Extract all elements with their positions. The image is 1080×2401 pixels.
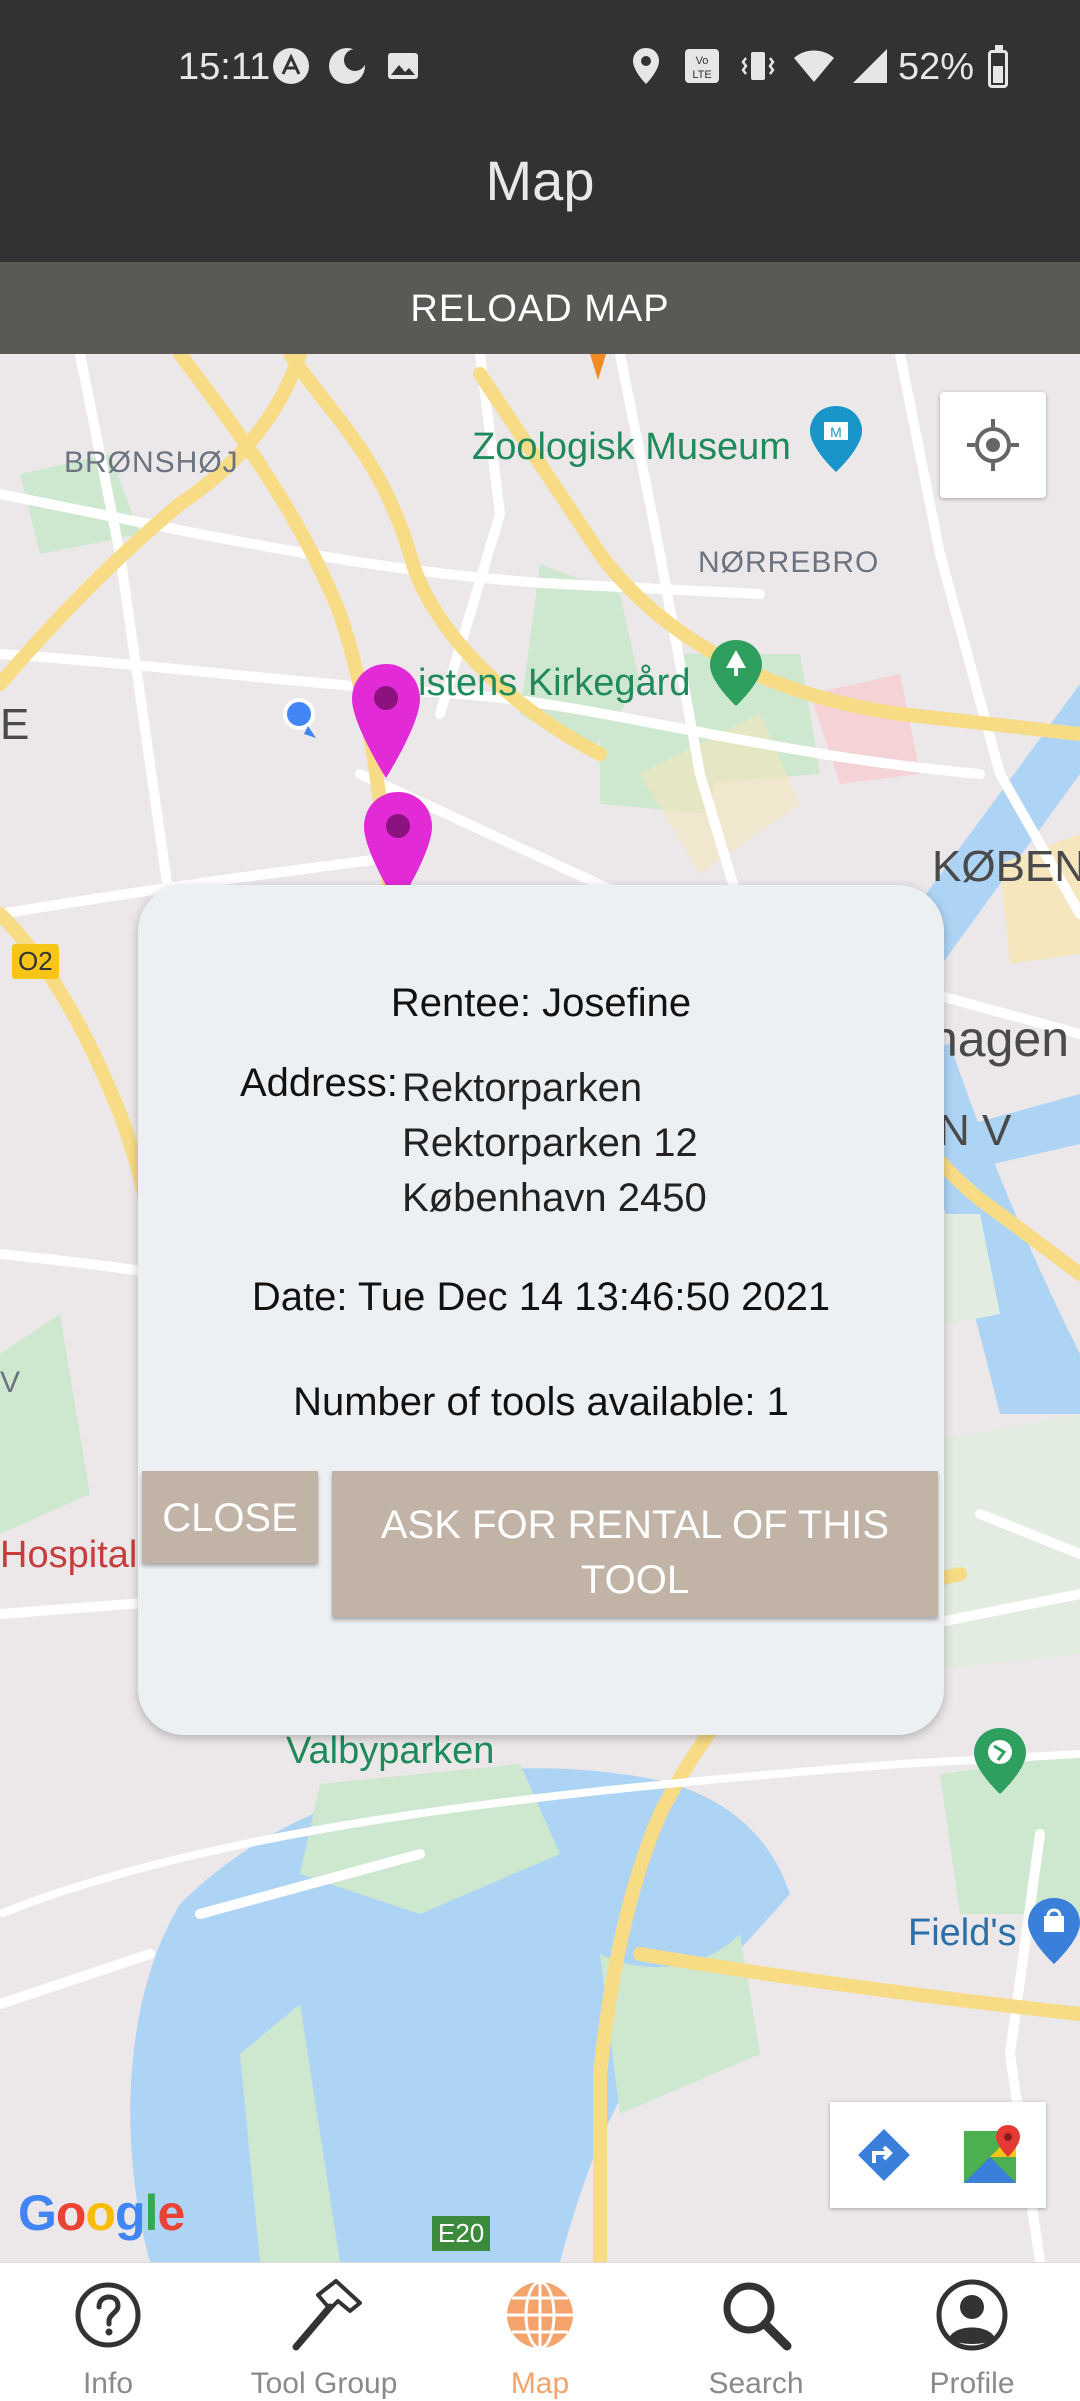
nav-item-map[interactable]: Map [432,2263,648,2401]
road-sign-o2: O2 [12,944,59,979]
reload-map-button[interactable]: RELOAD MAP [0,262,1080,354]
bottom-navigation: Info Tool Group Map Search Profile [0,2262,1080,2401]
directions-icon [858,2129,910,2181]
nav-item-profile[interactable]: Profile [864,2263,1080,2401]
nav-item-info[interactable]: Info [0,2263,216,2401]
close-button[interactable]: CLOSE [142,1471,318,1563]
search-icon [716,2275,796,2355]
nav-item-tool-group[interactable]: Tool Group [216,2263,432,2401]
leisure-poi-icon[interactable] [972,1726,1028,1801]
ask-for-rental-label: TOOL [580,1557,690,1602]
tools-available-value: 1 [766,1380,789,1424]
map-toolbar [830,2102,1046,2208]
park-poi-icon[interactable] [708,638,764,713]
address-line: København 2450 [402,1176,707,1220]
map-label-zoologisk: Zoologisk Museum [472,426,791,468]
address-lines: Rektorparken Rektorparken 12 København 2… [402,1061,707,1226]
date-label: Date: [251,1275,348,1319]
my-location-button[interactable] [940,392,1046,498]
map-label-bronshoj: BRØNSHØJ [64,446,239,479]
status-bar: 15:11 Vo LTE 52% [0,0,1080,140]
vibrate-icon [737,45,779,87]
status-time: 15:11 [178,46,271,88]
info-icon [68,2275,148,2355]
nav-label-info: Info [82,2367,134,2400]
nav-label-search: Search [708,2367,804,2400]
ask-for-rental-button[interactable]: ASK FOR RENTAL OF THIS TOOL [332,1471,938,1617]
tool-location-marker[interactable] [362,790,434,906]
svg-text:M: M [830,424,842,440]
map-label-v: V [0,1366,22,1399]
map-label-hagen: hagen [930,1011,1070,1067]
battery-percentage: 52% [898,46,975,88]
nav-item-search[interactable]: Search [648,2263,864,2401]
road-sign-e20: E20 [432,2216,491,2251]
moon-icon [326,45,368,87]
map-label-norrebro: NØRREBRO [698,546,880,579]
signal-icon [849,45,891,87]
museum-poi-icon[interactable]: M [808,404,864,479]
globe-icon [500,2275,580,2355]
ask-for-rental-label: ASK FOR RENTAL OF THIS [380,1502,890,1547]
shopping-poi-icon[interactable] [1026,1896,1080,1971]
nav-label-tool-group: Tool Group [250,2367,398,2400]
map-label-kobenhavn: KØBENH [932,842,1080,891]
svg-text:Vo: Vo [696,55,709,67]
hammer-icon [284,2275,364,2355]
battery-icon [988,45,1008,88]
date-value: Tue Dec 14 13:46:50 2021 [357,1275,831,1319]
rental-info-dialog: Rentee: Josefine Address: Rektorparken R… [138,885,944,1735]
nav-label-profile: Profile [929,2367,1015,2400]
tools-available-label: Number of tools available: [293,1380,756,1424]
map-label-nv: N V [938,1106,1012,1155]
volte-icon: Vo LTE [681,45,723,87]
google-maps-icon [964,2125,1020,2183]
address-line: Rektorparken 12 [402,1121,698,1165]
google-logo: Google [18,2185,185,2241]
location-icon [625,45,667,87]
wifi-icon [793,45,835,87]
crosshair-icon [967,419,1019,471]
page-title: Map [485,149,595,212]
map-label-edge-e: E [0,700,30,749]
directions-button[interactable] [830,2102,938,2208]
address-line: Rektorparken [402,1066,643,1110]
address-label: Address: [240,1061,398,1105]
tool-location-marker[interactable] [350,662,422,785]
my-location-dot [280,694,320,747]
rentee-label: Rentee: [390,981,531,1025]
svg-text:LTE: LTE [692,69,711,81]
app-a-icon [270,45,312,87]
image-icon [382,45,424,87]
open-in-maps-button[interactable] [938,2102,1046,2208]
profile-icon [932,2275,1012,2355]
map-label-assistens: istens Kirkegård [418,662,691,704]
map-label-fields: Field's [908,1912,1017,1954]
nav-label-map: Map [510,2367,570,2400]
map-label-valbyparken: Valbyparken [286,1730,495,1772]
map-label-hospital: Hospital [0,1534,138,1576]
rentee-name: Josefine [542,981,692,1025]
